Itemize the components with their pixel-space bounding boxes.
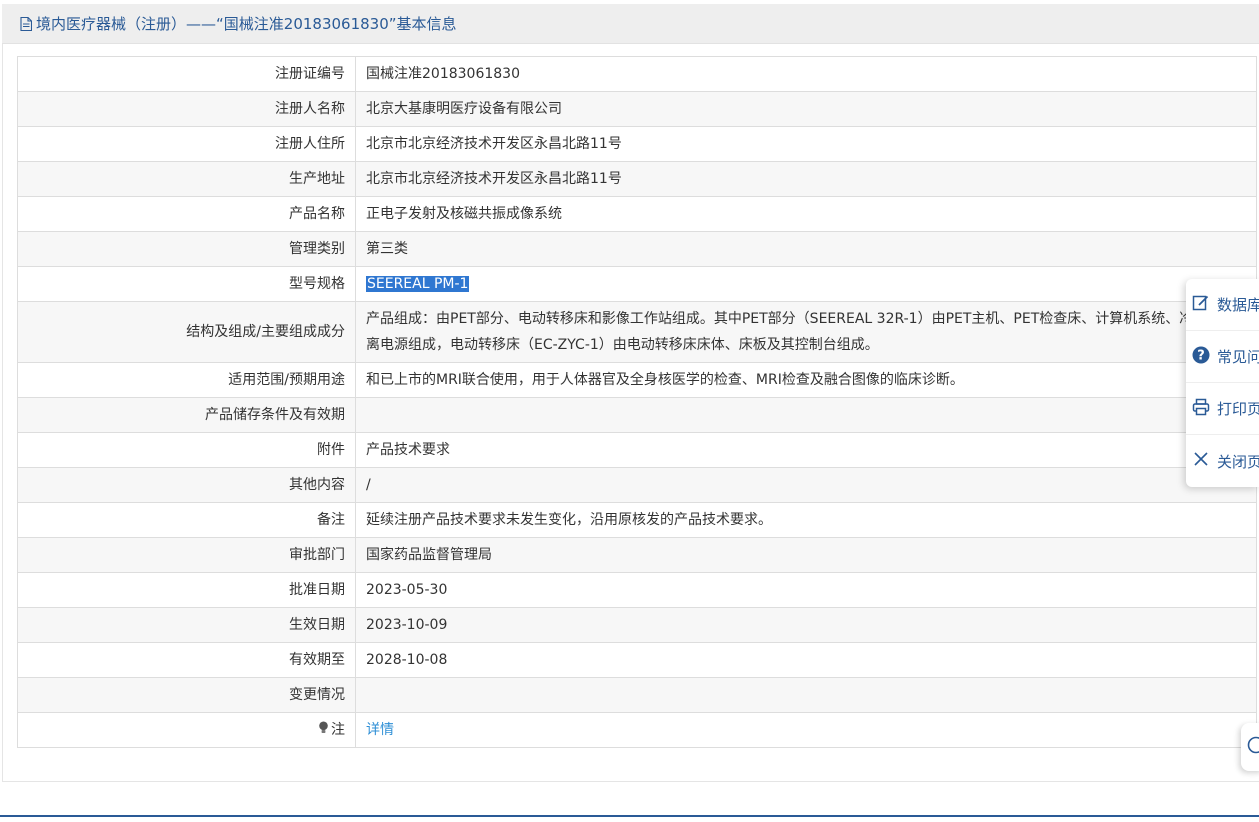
- row-label: 产品名称: [17, 196, 356, 232]
- row-label: 型号规格: [17, 266, 356, 302]
- row-value: 2023-10-09: [355, 607, 1257, 643]
- menu-faq[interactable]: ? 常见问题: [1186, 331, 1259, 383]
- details-link[interactable]: 详情: [366, 722, 394, 738]
- table-row: 产品名称 正电子发射及核磁共振成像系统: [17, 196, 1257, 232]
- menu-database[interactable]: 数据库: [1186, 279, 1259, 331]
- table-row: 注册证编号 国械注准20183061830: [17, 56, 1257, 92]
- table-row: 型号规格 SEEREAL PM-1: [17, 266, 1257, 302]
- table-row: 附件 产品技术要求: [17, 432, 1257, 468]
- row-value: [355, 397, 1257, 433]
- row-value: 国械注准20183061830: [355, 56, 1257, 92]
- row-label: 变更情况: [17, 677, 356, 713]
- page-title: 境内医疗器械（注册）——“国械注准20183061830”基本信息: [36, 15, 457, 33]
- row-label: 其他内容: [17, 467, 356, 503]
- row-label: 结构及组成/主要组成成分: [17, 301, 356, 363]
- printer-icon: [1192, 398, 1217, 420]
- row-value: SEEREAL PM-1: [355, 266, 1257, 302]
- table-row: 有效期至 2028-10-08: [17, 642, 1257, 678]
- row-value: 详情: [355, 712, 1257, 748]
- row-value: 延续注册产品技术要求未发生变化，沿用原核发的产品技术要求。: [355, 502, 1257, 538]
- row-label: 附件: [17, 432, 356, 468]
- row-label: 批准日期: [17, 572, 356, 608]
- note-label: 注: [318, 717, 345, 743]
- chat-icon: [1247, 736, 1259, 758]
- row-value: 和已上市的MRI联合使用，用于人体器官及全身核医学的检查、MRI检查及融合图像的…: [355, 362, 1257, 398]
- menu-close[interactable]: 关闭页面: [1186, 435, 1259, 487]
- info-table: 注册证编号 国械注准20183061830 注册人名称 北京大基康明医疗设备有限…: [17, 56, 1257, 748]
- row-label: 管理类别: [17, 231, 356, 267]
- row-label: 适用范围/预期用途: [17, 362, 356, 398]
- row-label: 注: [17, 712, 356, 748]
- table-row: 生效日期 2023-10-09: [17, 607, 1257, 643]
- row-label: 生效日期: [17, 607, 356, 643]
- menu-print-label: 打印页面: [1217, 400, 1259, 418]
- row-value: /: [355, 467, 1257, 503]
- row-value: 北京大基康明医疗设备有限公司: [355, 91, 1257, 127]
- row-label: 备注: [17, 502, 356, 538]
- lightbulb-icon: [318, 717, 329, 743]
- edit-icon: [1192, 294, 1217, 316]
- menu-database-label: 数据库: [1217, 296, 1259, 314]
- row-label: 注册人名称: [17, 91, 356, 127]
- floating-menu: 数据库 ? 常见问题 打印页面 关闭页面: [1186, 279, 1259, 487]
- row-value: [355, 677, 1257, 713]
- row-value: 北京市北京经济技术开发区永昌北路11号: [355, 126, 1257, 162]
- note-label-text: 注: [331, 722, 345, 738]
- close-icon: [1192, 450, 1217, 472]
- selected-text[interactable]: SEEREAL PM-1: [366, 276, 470, 292]
- table-row: 审批部门 国家药品监督管理局: [17, 537, 1257, 573]
- table-row: 产品储存条件及有效期: [17, 397, 1257, 433]
- row-value: 第三类: [355, 231, 1257, 267]
- row-label: 生产地址: [17, 161, 356, 197]
- table-row: 其他内容 /: [17, 467, 1257, 503]
- row-value: 北京市北京经济技术开发区永昌北路11号: [355, 161, 1257, 197]
- table-row: 管理类别 第三类: [17, 231, 1257, 267]
- row-value: 产品技术要求: [355, 432, 1257, 468]
- row-label: 注册人住所: [17, 126, 356, 162]
- table-row: 注册人住所 北京市北京经济技术开发区永昌北路11号: [17, 126, 1257, 162]
- table-row: 注册人名称 北京大基康明医疗设备有限公司: [17, 91, 1257, 127]
- page-header: 境内医疗器械（注册）——“国械注准20183061830”基本信息: [2, 4, 1259, 44]
- menu-faq-label: 常见问题: [1217, 348, 1259, 366]
- row-label: 有效期至: [17, 642, 356, 678]
- table-row: 备注 延续注册产品技术要求未发生变化，沿用原核发的产品技术要求。: [17, 502, 1257, 538]
- table-row: 生产地址 北京市北京经济技术开发区永昌北路11号: [17, 161, 1257, 197]
- row-value: 2028-10-08: [355, 642, 1257, 678]
- footer-divider: [0, 815, 1259, 817]
- menu-print[interactable]: 打印页面: [1186, 383, 1259, 435]
- table-row: 注 详情: [17, 712, 1257, 748]
- table-row: 适用范围/预期用途 和已上市的MRI联合使用，用于人体器官及全身核医学的检查、M…: [17, 362, 1257, 398]
- row-value: 2023-05-30: [355, 572, 1257, 608]
- svg-text:?: ?: [1197, 348, 1205, 363]
- row-label: 审批部门: [17, 537, 356, 573]
- menu-close-label: 关闭页面: [1217, 452, 1259, 471]
- row-label: 产品储存条件及有效期: [17, 397, 356, 433]
- table-row: 批准日期 2023-05-30: [17, 572, 1257, 608]
- row-label: 注册证编号: [17, 56, 356, 92]
- document-icon: [20, 16, 32, 31]
- row-value: 国家药品监督管理局: [355, 537, 1257, 573]
- question-icon: ?: [1192, 346, 1217, 368]
- table-row: 结构及组成/主要组成成分 产品组成：由PET部分、电动转移床和影像工作站组成。其…: [17, 301, 1257, 363]
- row-value: 产品组成：由PET部分、电动转移床和影像工作站组成。其中PET部分（SEEREA…: [355, 301, 1257, 363]
- table-row: 变更情况: [17, 677, 1257, 713]
- side-service-button[interactable]: [1241, 723, 1259, 771]
- row-value: 正电子发射及核磁共振成像系统: [355, 196, 1257, 232]
